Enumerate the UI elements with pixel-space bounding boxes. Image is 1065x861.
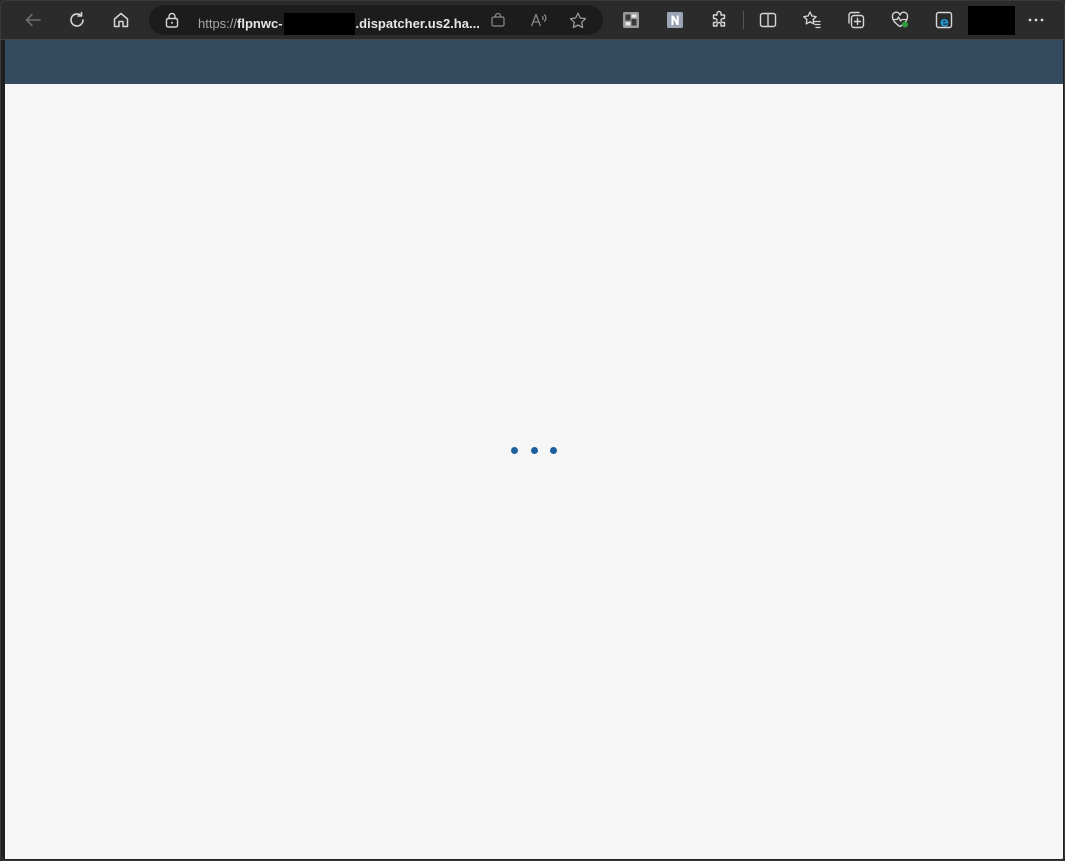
back-button[interactable]: [18, 5, 48, 35]
split-screen-button[interactable]: [753, 5, 783, 35]
extension-grid-button[interactable]: [616, 5, 646, 35]
extension-grid-icon: [623, 12, 639, 28]
favorites-list-icon: [803, 11, 821, 29]
browser-health-icon: [891, 11, 909, 28]
split-screen-icon: [759, 12, 777, 28]
toolbar-separator: [743, 11, 744, 29]
ie-mode-button[interactable]: e: [929, 5, 959, 35]
browser-toolbar: https://flpnwc- .dispatcher.us2.ha... e: [1, 1, 1064, 40]
redacted-block: [283, 13, 355, 35]
puzzle-extensions-icon: [712, 10, 726, 27]
more-options-icon: [1028, 18, 1044, 22]
url-text[interactable]: https://flpnwc- .dispatcher.us2.ha...: [198, 13, 480, 35]
more-options-button[interactable]: [1021, 5, 1051, 35]
loading-dot: [550, 446, 557, 454]
url-protocol: https://: [198, 16, 238, 31]
notion-extension-button[interactable]: [660, 5, 690, 35]
loading-dot: [511, 446, 518, 454]
url-host-suffix: .dispatcher.us2.ha...: [355, 16, 480, 31]
page-content: [5, 84, 1063, 859]
app-header-bar: [5, 40, 1063, 84]
back-arrow-icon: [25, 13, 41, 27]
favorites-button[interactable]: [797, 5, 827, 35]
browser-window: https://flpnwc- .dispatcher.us2.ha... e: [0, 0, 1065, 861]
notion-n-icon: [667, 12, 683, 28]
svg-text:e: e: [940, 16, 949, 31]
profile-avatar[interactable]: [968, 6, 1015, 35]
lock-icon[interactable]: [165, 12, 179, 28]
shopping-bag-icon[interactable]: [490, 12, 506, 28]
read-aloud-icon[interactable]: [530, 12, 548, 28]
extensions-button[interactable]: [704, 5, 734, 35]
loading-indicator: [511, 445, 557, 455]
collections-button[interactable]: [841, 5, 871, 35]
address-bar[interactable]: https://flpnwc- .dispatcher.us2.ha...: [149, 5, 603, 35]
home-icon: [113, 12, 129, 28]
url-host-prefix: flpnwc-: [237, 16, 283, 31]
browser-health-button[interactable]: [885, 5, 915, 35]
loading-dot: [530, 446, 538, 454]
favorite-star-icon[interactable]: [569, 12, 587, 29]
collections-icon: [848, 11, 865, 29]
internet-explorer-mode-icon: e: [935, 11, 953, 31]
refresh-button[interactable]: [62, 5, 92, 35]
home-button[interactable]: [106, 5, 136, 35]
refresh-icon: [70, 11, 84, 27]
